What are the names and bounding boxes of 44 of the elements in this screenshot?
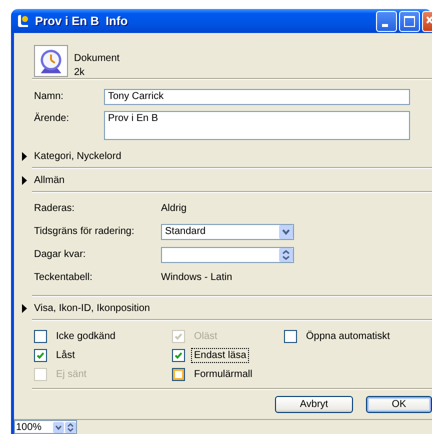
spin-field[interactable] bbox=[161, 246, 294, 262]
minimize-button[interactable] bbox=[376, 10, 397, 32]
field-label: Ärende: bbox=[34, 112, 70, 124]
property-value: Windows - Latin bbox=[161, 272, 232, 283]
checkbox[interactable] bbox=[34, 349, 47, 362]
triangle-icon[interactable] bbox=[22, 152, 27, 160]
app-icon bbox=[16, 14, 30, 28]
checkbox[interactable] bbox=[284, 330, 297, 343]
checkbox[interactable] bbox=[34, 330, 47, 343]
text-area[interactable]: Prov i En B bbox=[104, 111, 410, 140]
field-label: Namn: bbox=[34, 90, 64, 102]
checkbox[interactable] bbox=[172, 368, 185, 381]
property-label: Dagar kvar: bbox=[34, 249, 87, 260]
section-header[interactable]: Visa, Ikon-ID, Ikonposition bbox=[34, 302, 150, 314]
zoom-dropdown[interactable]: 100% bbox=[14, 420, 77, 434]
property-label: Raderas: bbox=[34, 203, 76, 214]
section-header[interactable]: Allmän bbox=[34, 174, 65, 186]
maximize-button[interactable] bbox=[399, 10, 420, 32]
document-type: Dokument bbox=[74, 53, 120, 64]
minimize-icon bbox=[382, 24, 388, 26]
checkbox-label: Låst bbox=[55, 349, 76, 363]
checkbox-label: Endast läsa bbox=[191, 348, 250, 363]
property-value: Aldrig bbox=[161, 203, 187, 214]
document-size: 2k bbox=[74, 67, 86, 78]
checkbox-label: Icke godkänd bbox=[55, 330, 116, 344]
triangle-icon[interactable] bbox=[22, 304, 27, 312]
checkbox-label: Öppna automatiskt bbox=[305, 330, 391, 344]
checkbox-label: Formulärmall bbox=[193, 368, 254, 382]
window-title: Prov i En B Info bbox=[35, 14, 129, 28]
spinner-icon[interactable] bbox=[65, 422, 76, 432]
triangle-icon[interactable] bbox=[22, 176, 27, 184]
dialog-button[interactable]: OK bbox=[366, 396, 432, 412]
property-label: Tidsgräns för radering: bbox=[34, 226, 136, 237]
dialog-button[interactable]: Avbryt bbox=[275, 396, 353, 412]
checkbox-label: Oläst bbox=[193, 330, 218, 344]
dropdown[interactable]: Standard bbox=[161, 224, 294, 240]
input-field[interactable]: Tony Carrick bbox=[104, 89, 410, 105]
section-header[interactable]: Kategori, Nyckelord bbox=[34, 150, 122, 162]
close-button[interactable] bbox=[422, 10, 432, 32]
clock-icon bbox=[34, 45, 68, 77]
checkbox[interactable] bbox=[172, 349, 185, 362]
property-label: Teckentabell: bbox=[34, 272, 94, 283]
spinner-icon[interactable] bbox=[279, 248, 293, 262]
checkbox-label: Ej sänt bbox=[55, 368, 88, 382]
